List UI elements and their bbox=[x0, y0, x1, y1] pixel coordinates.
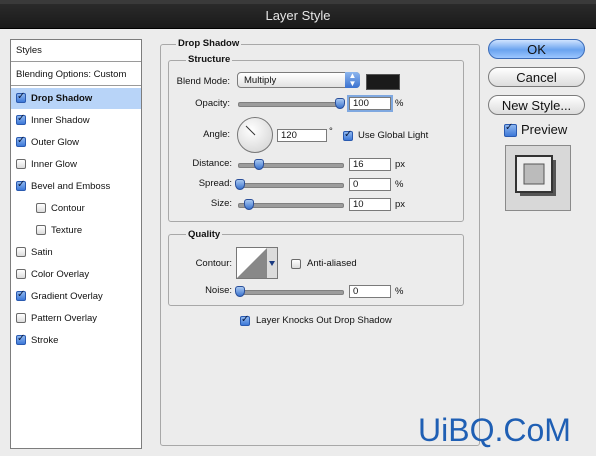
style-item-inner-glow[interactable]: Inner Glow bbox=[11, 154, 141, 175]
style-item-drop-shadow[interactable]: Drop Shadow bbox=[11, 88, 141, 109]
spread-unit: % bbox=[395, 179, 404, 190]
style-checkbox[interactable] bbox=[16, 113, 26, 125]
style-checkbox[interactable] bbox=[16, 333, 26, 345]
blend-mode-label: Blend Mode: bbox=[176, 76, 230, 87]
size-field[interactable]: 10 bbox=[349, 198, 391, 211]
style-item-label: Color Overlay bbox=[31, 269, 90, 280]
style-item-gradient-overlay[interactable]: Gradient Overlay bbox=[11, 286, 141, 307]
noise-slider[interactable] bbox=[238, 290, 344, 295]
angle-label: Angle: bbox=[203, 129, 230, 140]
spread-slider[interactable] bbox=[238, 183, 344, 188]
layer-knocks-out-checkbox[interactable] bbox=[240, 314, 250, 326]
angle-unit: ° bbox=[329, 126, 333, 137]
opacity-label: Opacity: bbox=[195, 98, 230, 109]
style-checkbox[interactable] bbox=[16, 269, 26, 279]
style-item-label: Inner Glow bbox=[31, 159, 77, 170]
style-item-label: Satin bbox=[31, 247, 53, 258]
use-global-light-checkbox[interactable] bbox=[343, 129, 353, 141]
spread-field[interactable]: 0 bbox=[349, 178, 391, 191]
style-item-label: Drop Shadow bbox=[31, 93, 93, 104]
style-item-bevel-and-emboss[interactable]: Bevel and Emboss bbox=[11, 176, 141, 197]
title-bar: Layer Style bbox=[0, 0, 596, 29]
new-style-button[interactable]: New Style... bbox=[488, 95, 585, 115]
style-item-outer-glow[interactable]: Outer Glow bbox=[11, 132, 141, 153]
preview-checkbox[interactable] bbox=[504, 122, 517, 137]
style-checkbox[interactable] bbox=[16, 247, 26, 257]
style-checkbox[interactable] bbox=[16, 159, 26, 169]
style-checkbox[interactable] bbox=[16, 91, 26, 103]
blend-mode-value: Multiply bbox=[244, 75, 277, 86]
style-checkbox[interactable] bbox=[16, 179, 26, 191]
style-item-pattern-overlay[interactable]: Pattern Overlay bbox=[11, 308, 141, 329]
style-item-label: Gradient Overlay bbox=[31, 291, 103, 302]
contour-label: Contour: bbox=[195, 258, 232, 269]
style-item-contour[interactable]: Contour bbox=[11, 198, 141, 219]
style-item-label: Inner Shadow bbox=[31, 115, 90, 126]
anti-aliased-label: Anti-aliased bbox=[307, 258, 357, 269]
style-checkbox[interactable] bbox=[16, 313, 26, 323]
styles-header-label: Styles bbox=[16, 45, 42, 56]
size-label: Size: bbox=[210, 198, 232, 209]
structure-title: Structure bbox=[186, 54, 233, 65]
angle-needle-icon bbox=[245, 125, 256, 136]
style-checkbox[interactable] bbox=[16, 135, 26, 147]
quality-title: Quality bbox=[186, 229, 223, 240]
preview-label: Preview bbox=[521, 122, 568, 137]
angle-field[interactable]: 120 bbox=[277, 129, 327, 142]
blending-options[interactable]: Blending Options: Custom bbox=[11, 64, 141, 86]
style-item-inner-shadow[interactable]: Inner Shadow bbox=[11, 110, 141, 131]
styles-list: Styles Blending Options: Custom Drop Sha… bbox=[10, 39, 142, 449]
spread-slider-thumb[interactable] bbox=[235, 179, 245, 190]
ok-button[interactable]: OK bbox=[488, 39, 585, 59]
style-item-texture[interactable]: Texture bbox=[11, 220, 141, 241]
opacity-slider-thumb[interactable] bbox=[335, 98, 345, 109]
style-checkbox[interactable] bbox=[36, 203, 46, 213]
opacity-unit: % bbox=[395, 98, 404, 109]
styles-header[interactable]: Styles bbox=[11, 40, 141, 62]
preview-thumbnail bbox=[505, 145, 571, 211]
angle-dial[interactable] bbox=[237, 117, 273, 153]
opacity-slider[interactable] bbox=[238, 102, 344, 107]
distance-unit: px bbox=[395, 159, 406, 170]
watermark: UiBQ.CoM bbox=[418, 412, 571, 448]
size-slider-thumb[interactable] bbox=[244, 199, 254, 210]
style-item-color-overlay[interactable]: Color Overlay bbox=[11, 264, 141, 285]
distance-slider-thumb[interactable] bbox=[254, 159, 264, 170]
spread-label: Spread: bbox=[198, 178, 232, 189]
style-item-label: Contour bbox=[51, 203, 85, 214]
anti-aliased-checkbox[interactable] bbox=[291, 259, 301, 269]
size-unit: px bbox=[395, 199, 406, 210]
distance-field[interactable]: 16 bbox=[349, 158, 391, 171]
cancel-button[interactable]: Cancel bbox=[488, 67, 585, 87]
use-global-light-label: Use Global Light bbox=[358, 130, 429, 141]
blend-mode-select[interactable]: Multiply ▲ ▼ bbox=[237, 72, 360, 88]
distance-label: Distance: bbox=[192, 158, 232, 169]
style-item-label: Stroke bbox=[31, 335, 59, 346]
bevel-preview-icon bbox=[515, 155, 556, 196]
style-item-label: Texture bbox=[51, 225, 83, 236]
noise-unit: % bbox=[395, 286, 404, 297]
style-item-label: Pattern Overlay bbox=[31, 313, 97, 324]
noise-slider-thumb[interactable] bbox=[235, 286, 245, 297]
noise-label: Noise: bbox=[205, 285, 232, 296]
opacity-field[interactable]: 100 bbox=[349, 97, 391, 110]
style-item-label: Outer Glow bbox=[31, 137, 80, 148]
chevron-updown-icon: ▲ ▼ bbox=[345, 72, 360, 88]
style-item-satin[interactable]: Satin bbox=[11, 242, 141, 263]
style-item-label: Bevel and Emboss bbox=[31, 181, 111, 192]
shadow-color-swatch[interactable] bbox=[366, 74, 400, 90]
drop-shadow-title: Drop Shadow bbox=[176, 38, 242, 49]
style-checkbox[interactable] bbox=[16, 289, 26, 301]
noise-field[interactable]: 0 bbox=[349, 285, 391, 298]
layer-knocks-out-label: Layer Knocks Out Drop Shadow bbox=[256, 315, 392, 326]
window-title: Layer Style bbox=[265, 8, 331, 23]
style-item-stroke[interactable]: Stroke bbox=[11, 330, 141, 351]
style-checkbox[interactable] bbox=[36, 225, 46, 235]
contour-picker[interactable] bbox=[236, 247, 278, 279]
blending-options-label: Blending Options: Custom bbox=[16, 69, 127, 80]
contour-curve-icon bbox=[237, 248, 277, 278]
